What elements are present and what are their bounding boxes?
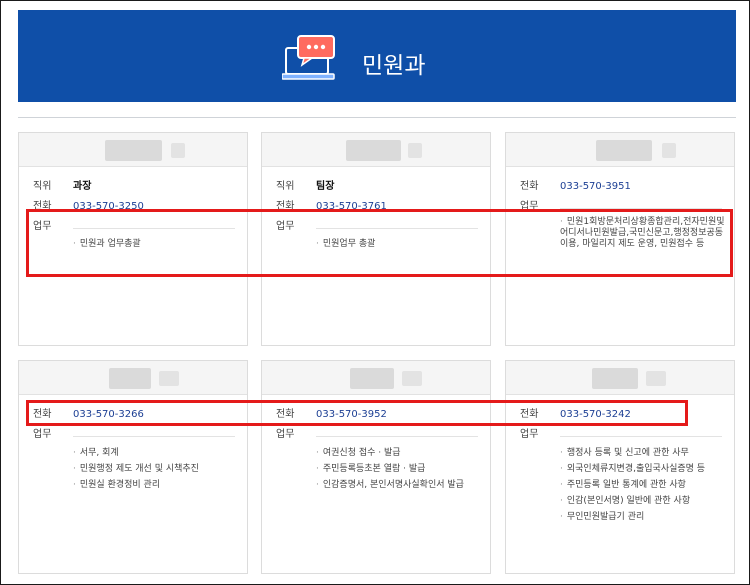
list-item: 서무, 회계	[73, 445, 199, 461]
card-header	[19, 361, 247, 395]
name-placeholder	[646, 371, 666, 386]
page-title: 민원과	[362, 53, 426, 79]
list-item: 주민등록 일반 통계에 관한 사항	[560, 477, 705, 493]
name-placeholder	[350, 368, 394, 389]
name-placeholder	[592, 368, 638, 389]
duty-list: 여권신청 접수 · 발급 주민등록등초본 열람 · 발급 인감증명서, 본인서명…	[316, 445, 464, 493]
position-label: 직위	[33, 181, 52, 192]
staff-card: 전화 033-570-3952 업무 여권신청 접수 · 발급 주민등록등초본 …	[261, 360, 491, 574]
name-placeholder	[402, 371, 422, 386]
divider	[18, 117, 736, 118]
duty-list: 행정사 등록 및 신고에 관한 사무 외국인체류지변경,출입국사실증명 등 주민…	[560, 445, 705, 525]
staff-card: 전화 033-570-3266 업무 서무, 회계 민원행정 제도 개선 및 시…	[18, 360, 248, 574]
list-item: 인감(본인서명) 일반에 관한 사항	[560, 493, 705, 509]
staff-card: 전화 033-570-3242 업무 행정사 등록 및 신고에 관한 사무 외국…	[505, 360, 735, 574]
card-header	[506, 361, 734, 395]
duty-list: 서무, 회계 민원행정 제도 개선 및 시책추진 민원실 환경정비 관리	[73, 445, 199, 493]
highlight-box-phones	[26, 400, 688, 426]
duty-label: 업무	[276, 429, 295, 440]
duty-divider	[560, 436, 722, 437]
position-value: 팀장	[316, 181, 335, 192]
department-banner: 민원과	[18, 10, 736, 102]
duty-label: 업무	[520, 429, 539, 440]
list-item: 외국인체류지변경,출입국사실증명 등	[560, 461, 705, 477]
name-placeholder	[159, 371, 179, 386]
list-item: 주민등록등초본 열람 · 발급	[316, 461, 464, 477]
name-placeholder	[346, 140, 401, 161]
card-header	[506, 133, 734, 167]
name-placeholder	[662, 143, 676, 158]
duty-label: 업무	[33, 429, 52, 440]
card-header	[262, 361, 490, 395]
name-placeholder	[596, 140, 652, 161]
name-placeholder	[171, 143, 185, 158]
card-header	[19, 133, 247, 167]
list-item: 민원실 환경정비 관리	[73, 477, 199, 493]
position-value: 과장	[73, 181, 92, 192]
duty-divider	[316, 436, 478, 437]
name-placeholder	[408, 143, 422, 158]
phone-link[interactable]: 033-570-3951	[560, 181, 631, 193]
name-placeholder	[105, 140, 162, 161]
name-placeholder	[109, 368, 151, 389]
position-label: 직위	[276, 181, 295, 192]
duty-divider	[73, 436, 235, 437]
list-item: 인감증명서, 본인서명사실확인서 발급	[316, 477, 464, 493]
chat-laptop-icon	[282, 35, 335, 80]
list-item: 행정사 등록 및 신고에 관한 사무	[560, 445, 705, 461]
highlight-box-duties	[26, 209, 733, 277]
card-header	[262, 133, 490, 167]
list-item: 여권신청 접수 · 발급	[316, 445, 464, 461]
list-item: 민원행정 제도 개선 및 시책추진	[73, 461, 199, 477]
phone-label: 전화	[520, 181, 539, 192]
list-item: 무인민원발급기 관리	[560, 509, 705, 525]
